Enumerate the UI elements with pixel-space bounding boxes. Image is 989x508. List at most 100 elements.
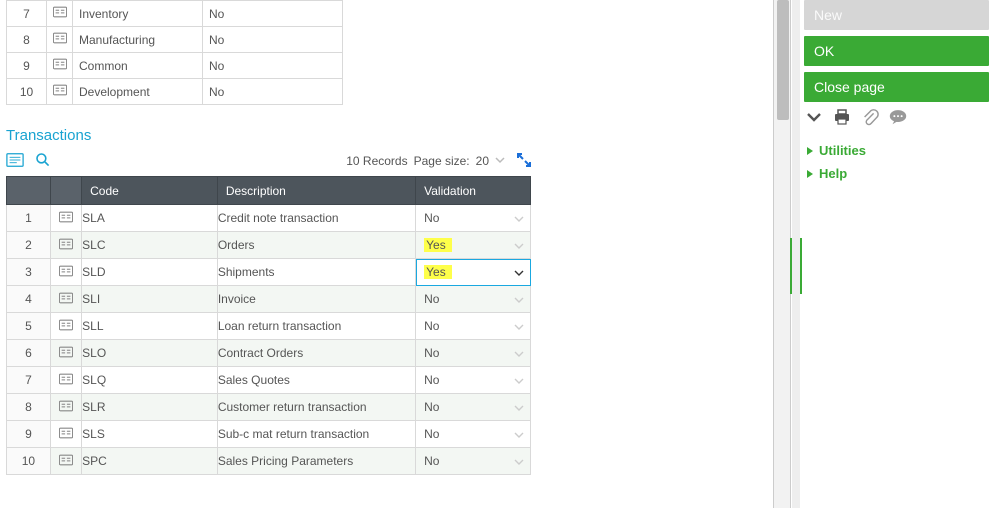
table-row[interactable]: 7InventoryNo [7, 1, 343, 27]
module-name[interactable]: Manufacturing [73, 27, 203, 53]
transaction-code[interactable]: SLI [82, 286, 218, 313]
help-menu[interactable]: Help [806, 166, 989, 181]
table-row[interactable]: 4SLIInvoiceNo [7, 286, 531, 313]
transaction-description[interactable]: Sales Pricing Parameters [217, 448, 415, 475]
transactions-toolbar: 10 Records Page size: 20 [6, 150, 531, 172]
validation-cell[interactable]: No [416, 421, 531, 448]
dropdown-icon[interactable] [514, 319, 524, 333]
col-header-code[interactable]: Code [82, 177, 218, 205]
table-row[interactable]: 10SPCSales Pricing ParametersNo [7, 448, 531, 475]
dropdown-icon[interactable] [514, 427, 524, 441]
detail-icon[interactable] [47, 79, 73, 105]
dropdown-icon[interactable] [514, 238, 524, 252]
table-row[interactable]: 9SLSSub-c mat return transactionNo [7, 421, 531, 448]
dropdown-icon[interactable] [514, 346, 524, 360]
transaction-description[interactable]: Contract Orders [217, 340, 415, 367]
table-row[interactable]: 6 SLOContract OrdersNo [7, 340, 531, 367]
transaction-description[interactable]: Sub-c mat return transaction [217, 421, 415, 448]
utilities-menu[interactable]: Utilities [806, 143, 989, 158]
validation-cell[interactable]: No [416, 286, 531, 313]
table-row[interactable]: 8ManufacturingNo [7, 27, 343, 53]
module-flag[interactable]: No [203, 27, 343, 53]
transaction-code[interactable]: SLQ [82, 367, 218, 394]
comment-icon[interactable] [888, 108, 908, 129]
transaction-code[interactable]: SLC [82, 232, 218, 259]
module-flag[interactable]: No [203, 53, 343, 79]
dropdown-icon[interactable] [514, 454, 524, 468]
transaction-code[interactable]: SLO [82, 340, 218, 367]
table-row[interactable]: 7SLQSales QuotesNo [7, 367, 531, 394]
transaction-code[interactable]: SLA [82, 205, 218, 232]
detail-icon[interactable] [50, 232, 81, 259]
validation-value: Yes [424, 265, 452, 279]
detail-icon[interactable] [47, 53, 73, 79]
row-index: 6 [7, 340, 51, 367]
validation-cell[interactable]: No [416, 448, 531, 475]
module-flag[interactable]: No [203, 1, 343, 27]
expand-icon[interactable] [517, 153, 531, 170]
table-row[interactable]: 8SLRCustomer return transactionNo [7, 394, 531, 421]
validation-cell[interactable]: No [416, 205, 531, 232]
new-button: New [804, 0, 989, 30]
col-header-description[interactable]: Description [217, 177, 415, 205]
transaction-code[interactable]: SPC [82, 448, 218, 475]
close-page-button[interactable]: Close page [804, 72, 989, 102]
module-flag[interactable]: No [203, 79, 343, 105]
print-icon[interactable] [832, 108, 852, 129]
ok-button[interactable]: OK [804, 36, 989, 66]
validation-cell[interactable]: Yes [416, 259, 531, 286]
validation-cell[interactable]: No [416, 394, 531, 421]
dropdown-icon[interactable] [514, 292, 524, 306]
validation-cell[interactable]: No [416, 313, 531, 340]
detail-icon[interactable] [50, 340, 81, 367]
col-header-validation[interactable]: Validation [416, 177, 531, 205]
section-title-transactions: Transactions [6, 127, 791, 144]
table-row[interactable]: 10DevelopmentNo [7, 79, 343, 105]
detail-icon[interactable] [50, 259, 81, 286]
table-row[interactable]: 5SLLLoan return transactionNo [7, 313, 531, 340]
attachment-icon[interactable] [860, 108, 880, 129]
dropdown-icon[interactable] [514, 265, 524, 279]
form-icon[interactable] [6, 152, 24, 171]
dropdown-icon[interactable] [514, 373, 524, 387]
table-row[interactable]: 2SLCOrdersYes [7, 232, 531, 259]
table-row[interactable]: 3SLDShipmentsYes [7, 259, 531, 286]
search-icon[interactable] [34, 152, 52, 171]
validation-cell[interactable]: Yes [416, 232, 531, 259]
detail-icon[interactable] [47, 27, 73, 53]
transaction-description[interactable]: Credit note transaction [217, 205, 415, 232]
transaction-code[interactable]: SLS [82, 421, 218, 448]
transaction-code[interactable]: SLD [82, 259, 218, 286]
detail-icon[interactable] [50, 367, 81, 394]
transaction-code[interactable]: SLR [82, 394, 218, 421]
scrollbar-thumb[interactable] [777, 0, 789, 120]
utilities-label: Utilities [819, 143, 866, 158]
vertical-scrollbar[interactable] [773, 0, 791, 508]
detail-icon[interactable] [50, 421, 81, 448]
transaction-description[interactable]: Customer return transaction [217, 394, 415, 421]
detail-icon[interactable] [50, 205, 81, 232]
page-size-dropdown-icon[interactable] [495, 154, 505, 168]
transaction-description[interactable]: Orders [217, 232, 415, 259]
validation-cell[interactable]: No [416, 340, 531, 367]
validation-cell[interactable]: No [416, 367, 531, 394]
dropdown-icon[interactable] [514, 211, 524, 225]
transaction-description[interactable]: Invoice [217, 286, 415, 313]
transaction-description[interactable]: Sales Quotes [217, 367, 415, 394]
detail-icon[interactable] [50, 313, 81, 340]
transaction-code[interactable]: SLL [82, 313, 218, 340]
page-size-value[interactable]: 20 [476, 154, 489, 168]
module-name[interactable]: Development [73, 79, 203, 105]
table-row[interactable]: 1SLACredit note transactionNo [7, 205, 531, 232]
table-row[interactable]: 9CommonNo [7, 53, 343, 79]
detail-icon[interactable] [50, 286, 81, 313]
module-name[interactable]: Inventory [73, 1, 203, 27]
module-name[interactable]: Common [73, 53, 203, 79]
chevron-down-icon[interactable] [804, 108, 824, 129]
detail-icon[interactable] [47, 1, 73, 27]
transaction-description[interactable]: Loan return transaction [217, 313, 415, 340]
detail-icon[interactable] [50, 394, 81, 421]
detail-icon[interactable] [50, 448, 81, 475]
transaction-description[interactable]: Shipments [217, 259, 415, 286]
dropdown-icon[interactable] [514, 400, 524, 414]
